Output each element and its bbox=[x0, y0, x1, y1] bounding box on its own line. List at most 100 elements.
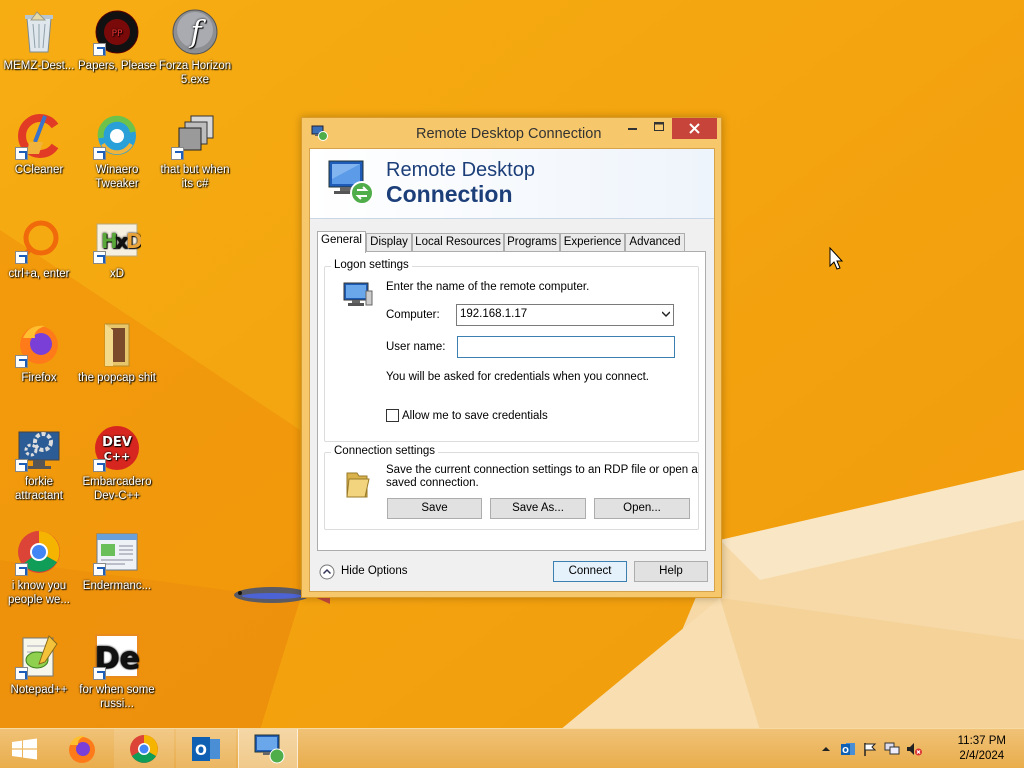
tab-experience[interactable]: Experience bbox=[560, 233, 625, 252]
allow-save-credentials-label[interactable]: Allow me to save credentials bbox=[402, 410, 548, 422]
desktop-icon-label: CCleaner bbox=[14, 164, 64, 176]
close-button[interactable] bbox=[672, 118, 717, 139]
desktop-icon-popcap[interactable]: the popcap shit bbox=[78, 318, 156, 385]
maximize-icon bbox=[654, 122, 664, 131]
shortcut-arrow-icon bbox=[93, 43, 106, 56]
desktop-icon-label: xD bbox=[109, 268, 125, 280]
clock-date: 2/4/2024 bbox=[959, 750, 1005, 762]
windows-logo-icon bbox=[12, 738, 37, 760]
username-input[interactable] bbox=[457, 336, 675, 358]
connect-button[interactable]: Connect bbox=[553, 561, 627, 582]
desktop-icon-notepadpp[interactable]: Notepad++ bbox=[0, 630, 78, 697]
window-titlebar[interactable]: Remote Desktop Connection bbox=[302, 118, 721, 148]
svg-text:D: D bbox=[126, 229, 141, 253]
ccleaner-icon bbox=[15, 112, 63, 160]
minimize-icon bbox=[628, 128, 637, 130]
desktop-icon-label: Embarcadero Dev-C++ bbox=[82, 476, 152, 502]
connection-description-line2: saved connection. bbox=[386, 477, 479, 489]
allow-save-credentials-checkbox[interactable] bbox=[386, 409, 399, 422]
tab-general[interactable]: General bbox=[317, 231, 366, 253]
svg-text:PP: PP bbox=[112, 29, 123, 39]
desktop-icon-forza[interactable]: f Forza Horizon 5.exe bbox=[156, 6, 234, 87]
shortcut-arrow-icon bbox=[15, 147, 28, 160]
hide-options-toggle[interactable]: Hide Options bbox=[319, 563, 419, 581]
desktop-icon-devcpp[interactable]: DEV C++ Embarcadero Dev-C++ bbox=[78, 422, 156, 503]
firefox-icon bbox=[69, 735, 95, 763]
network-icon[interactable] bbox=[884, 742, 900, 756]
open-button[interactable]: Open... bbox=[594, 498, 690, 519]
remote-desktop-icon bbox=[254, 734, 285, 764]
svg-text:O: O bbox=[195, 743, 207, 759]
taskbar-outlook[interactable]: O bbox=[176, 729, 236, 768]
desktop-icon-that-but-when[interactable]: that but when its c# bbox=[156, 110, 234, 191]
tab-local-resources[interactable]: Local Resources bbox=[412, 233, 504, 252]
desktop-icon-winaero[interactable]: Winaero Tweaker bbox=[78, 110, 156, 191]
desktop-icon-russi[interactable]: De for when some russi... bbox=[78, 630, 156, 711]
chevron-up-icon[interactable] bbox=[818, 742, 834, 756]
taskbar-clock[interactable]: 11:37 PM 2/4/2024 bbox=[958, 734, 1006, 764]
desktop-icon-label: forkie attractant bbox=[15, 476, 63, 502]
remote-desktop-window: Remote Desktop Connection Remote Desktop… bbox=[301, 117, 722, 598]
document-window-icon bbox=[93, 528, 141, 576]
desktop-icon-endermanc[interactable]: Endermanc... bbox=[78, 526, 156, 593]
outlook-icon: O bbox=[192, 737, 220, 761]
computer-gear-icon bbox=[15, 424, 63, 472]
taskbar-firefox[interactable] bbox=[52, 729, 112, 768]
computer-label: Computer: bbox=[386, 309, 440, 321]
banner-title-line1: Remote Desktop bbox=[386, 159, 535, 181]
winaero-tweaker-icon bbox=[93, 112, 141, 160]
tab-programs[interactable]: Programs bbox=[504, 233, 560, 252]
tab-display[interactable]: Display bbox=[366, 233, 412, 252]
general-tab-panel: Logon settings Enter the name of the rem… bbox=[317, 251, 706, 551]
rdc-banner: Remote Desktop Connection bbox=[310, 149, 714, 219]
computer-combobox[interactable]: 192.168.1.17 bbox=[456, 304, 674, 326]
stacked-windows-icon bbox=[171, 112, 219, 160]
desktop-icon-memz[interactable]: MEMZ-Dest... bbox=[0, 6, 78, 73]
hxd-icon: HxD bbox=[93, 216, 143, 264]
volume-muted-icon[interactable] bbox=[906, 742, 922, 756]
computer-value: 192.168.1.17 bbox=[460, 308, 528, 320]
save-as-button[interactable]: Save As... bbox=[490, 498, 586, 519]
papers-please-icon: PP bbox=[93, 8, 141, 56]
desktop-icon-ctrl-a-enter[interactable]: ctrl+a, enter bbox=[0, 214, 78, 281]
svg-text:C++: C++ bbox=[104, 450, 131, 463]
credentials-note: You will be asked for credentials when y… bbox=[386, 371, 649, 383]
shortcut-arrow-icon bbox=[15, 563, 28, 576]
desktop-icon-chrome-shortcut[interactable]: i know you people we... bbox=[0, 526, 78, 607]
taskbar-chrome[interactable] bbox=[114, 729, 174, 768]
tab-advanced[interactable]: Advanced bbox=[625, 233, 685, 252]
desktop-icon-label: ctrl+a, enter bbox=[8, 268, 70, 280]
desktop-icon-xd[interactable]: HxD xD bbox=[78, 214, 156, 281]
desktop-icon-label: Forza Horizon 5.exe bbox=[158, 60, 232, 86]
desktop-icon-papers-please[interactable]: PP Papers, Please bbox=[78, 6, 156, 73]
de-app-icon: De bbox=[93, 632, 141, 680]
desktop-icon-firefox[interactable]: Firefox bbox=[0, 318, 78, 385]
hide-options-label: Hide Options bbox=[341, 565, 408, 577]
username-label: User name: bbox=[386, 341, 446, 353]
chevron-up-circle-icon bbox=[319, 564, 335, 580]
desktop-icon-ccleaner[interactable]: CCleaner bbox=[0, 110, 78, 177]
start-button[interactable] bbox=[0, 729, 50, 768]
help-button[interactable]: Help bbox=[634, 561, 708, 582]
recycle-bin-icon bbox=[15, 8, 63, 56]
svg-text:DEV: DEV bbox=[102, 435, 132, 450]
chevron-down-icon[interactable] bbox=[662, 310, 670, 318]
connection-description-line1: Save the current connection settings to … bbox=[386, 464, 698, 476]
shortcut-arrow-icon bbox=[93, 667, 106, 680]
minimize-button[interactable] bbox=[620, 118, 646, 139]
save-button[interactable]: Save bbox=[387, 498, 482, 519]
close-icon bbox=[689, 123, 700, 134]
taskbar-remote-desktop[interactable] bbox=[238, 729, 298, 768]
outlook-tray-icon[interactable]: O bbox=[840, 742, 856, 756]
desktop-icon-label: Notepad++ bbox=[10, 684, 68, 696]
action-center-flag-icon[interactable] bbox=[862, 742, 878, 756]
shortcut-arrow-icon bbox=[15, 459, 28, 472]
shortcut-arrow-icon bbox=[93, 459, 106, 472]
maximize-button[interactable] bbox=[646, 118, 672, 139]
clock-time: 11:37 PM bbox=[957, 735, 1006, 747]
connection-settings-group: Connection settings Save the current con… bbox=[324, 445, 699, 530]
shortcut-arrow-icon bbox=[93, 251, 106, 264]
firefox-icon bbox=[15, 320, 63, 368]
remote-desktop-small-icon bbox=[311, 124, 328, 141]
desktop-icon-forkie[interactable]: forkie attractant bbox=[0, 422, 78, 503]
